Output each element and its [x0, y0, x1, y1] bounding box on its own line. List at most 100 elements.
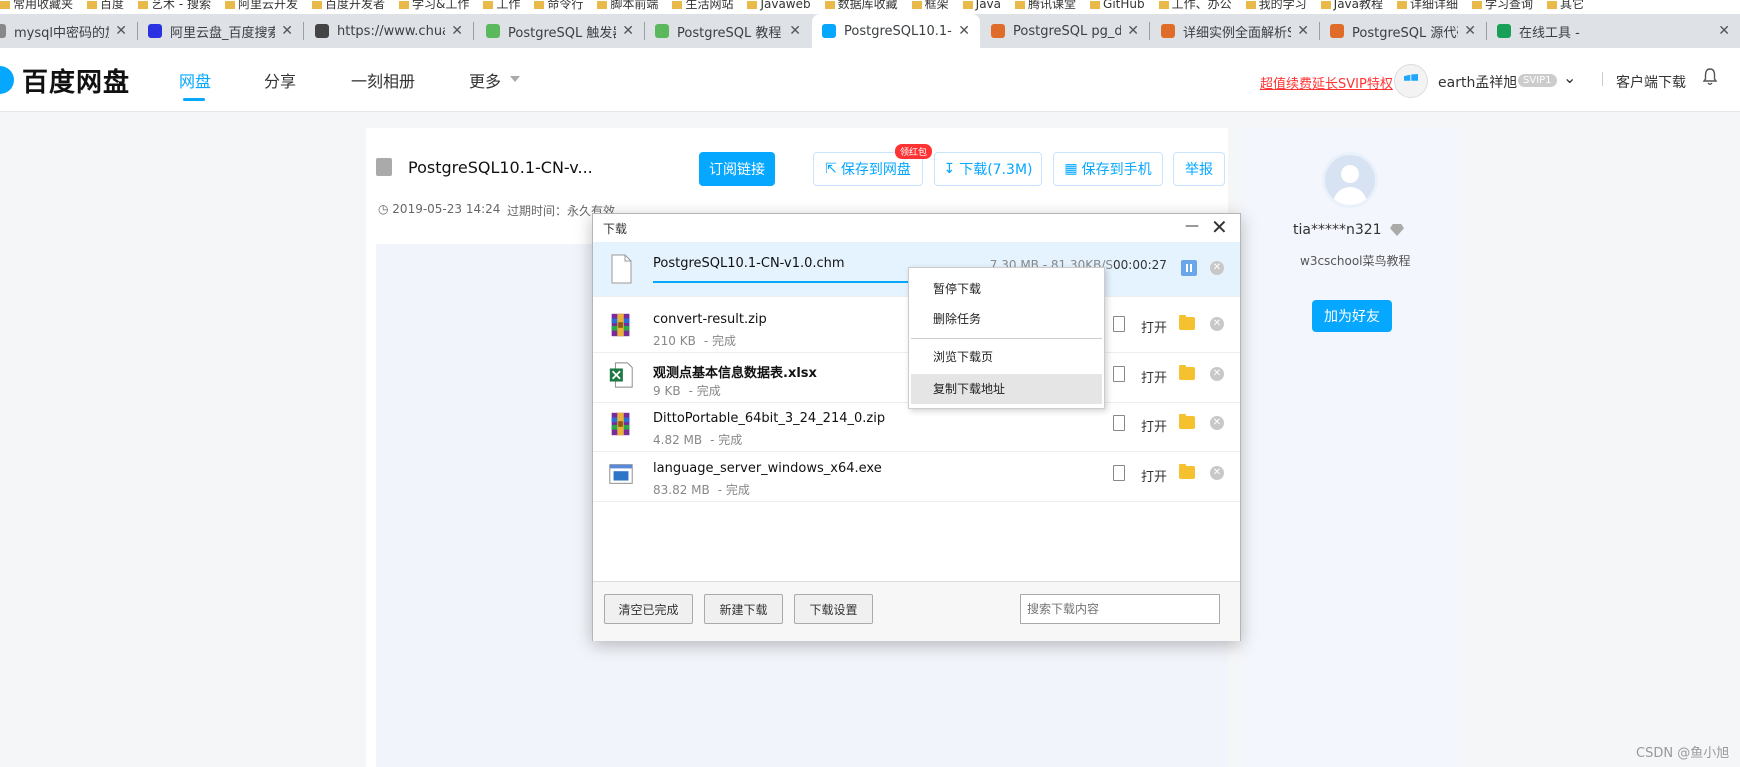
share-date: ◷ 2019-05-23 14:24	[378, 202, 500, 216]
remove-icon[interactable]: ✕	[1210, 465, 1224, 480]
bookmark-item[interactable]: 命令行	[534, 0, 583, 10]
bookmark-item[interactable]: 我的学习	[1245, 0, 1307, 10]
clear-completed-button[interactable]: 清空已完成	[604, 594, 693, 624]
bookmark-item[interactable]: 工作、办公	[1158, 0, 1232, 10]
bookmark-item[interactable]: 生活网站	[672, 0, 733, 10]
tab-close-icon[interactable]: ✕	[281, 23, 293, 39]
bookmark-item[interactable]: 常用收藏夹	[0, 0, 73, 10]
folder-icon[interactable]	[1179, 414, 1195, 429]
open-file-button[interactable]: 打开	[1141, 416, 1167, 435]
bookmark-item[interactable]: Java	[962, 0, 1001, 10]
download-row[interactable]: language_server_windows_x64.exe 83.82 MB -…	[593, 447, 1240, 502]
tab-close-icon[interactable]: ✕	[1718, 23, 1730, 39]
bookmark-label: GitHub	[1103, 0, 1145, 11]
bookmark-item[interactable]: 百度开发者	[312, 0, 385, 10]
folder-icon[interactable]	[1179, 315, 1195, 330]
remove-icon[interactable]: ✕	[1210, 317, 1224, 331]
svip-renew-link[interactable]: 超值续费延长SVIP特权	[1260, 73, 1393, 92]
tab-label: PostgreSQL 触发器 | 菜	[508, 25, 616, 41]
remove-icon[interactable]: ✕	[1210, 416, 1224, 430]
header-divider	[1602, 72, 1603, 86]
tab-close-icon[interactable]: ✕	[789, 23, 801, 39]
close-button[interactable]: ✕	[1211, 215, 1228, 239]
browser-tab[interactable]: PostgreSQL 教程 | 菜鸟 ✕	[645, 14, 811, 48]
nav-wangpan[interactable]: 网盘	[179, 68, 211, 92]
save-to-phone-button[interactable]: ▦ 保存到手机	[1053, 152, 1163, 186]
menu-item-pause[interactable]: 暂停下载	[911, 274, 1102, 304]
tab-close-icon[interactable]: ✕	[1464, 23, 1476, 39]
bookmark-item[interactable]: 腾讯课堂	[1015, 0, 1076, 10]
bookmark-item[interactable]: 工作	[483, 0, 520, 10]
csdn-watermark: CSDN @鱼小旭	[1636, 746, 1730, 761]
browser-tab[interactable]: mysql中密码的加密方式 ✕	[0, 14, 137, 48]
pause-icon[interactable]	[1181, 260, 1197, 276]
tab-close-icon[interactable]: ✕	[622, 23, 634, 39]
tab-close-icon[interactable]: ✕	[1297, 23, 1309, 39]
bookmark-item[interactable]: 其它	[1547, 0, 1584, 10]
open-file-button[interactable]: 打开	[1141, 367, 1167, 386]
menu-item-browse-page[interactable]: 浏览下载页	[911, 342, 1102, 372]
bookmark-item[interactable]: Javaweb	[747, 0, 811, 10]
bookmark-item[interactable]: 艺术 - 搜索	[138, 0, 211, 10]
new-download-button[interactable]: 新建下载	[704, 594, 783, 624]
bookmark-item[interactable]: 框架	[911, 0, 949, 11]
username[interactable]: earth孟祥旭	[1438, 72, 1517, 92]
client-download-link[interactable]: 客户端下载	[1616, 72, 1686, 92]
browser-tab[interactable]: PostgreSQL 源代码合辑 ✕	[1320, 14, 1486, 48]
browser-tab[interactable]: 在线工具 - ✕	[1487, 14, 1740, 48]
sharer-avatar[interactable]	[1322, 152, 1378, 208]
excel-file-icon	[609, 361, 633, 388]
menu-item-delete[interactable]: 删除任务	[911, 304, 1102, 334]
open-file-button[interactable]: 打开	[1141, 466, 1167, 485]
redpack-badge[interactable]: 领红包	[895, 144, 933, 159]
file-status: - 完成	[703, 334, 736, 348]
bookmark-item[interactable]: 学习查询	[1472, 0, 1533, 10]
user-avatar[interactable]	[1394, 64, 1428, 98]
cancel-icon[interactable]: ✕	[1210, 261, 1224, 275]
tab-close-icon[interactable]: ✕	[958, 23, 970, 39]
search-downloads-input[interactable]	[1020, 594, 1220, 624]
browser-tab[interactable]: PostgreSQL pg_datab ✕	[981, 14, 1149, 48]
browser-tab[interactable]: PostgreSQL 触发器 | 菜 ✕	[476, 14, 644, 48]
report-button[interactable]: 举报	[1173, 152, 1225, 186]
folder-icon[interactable]	[1179, 463, 1195, 479]
bookmark-item[interactable]: 阿里云开发	[225, 0, 298, 10]
bookmark-item[interactable]: 学习&工作	[399, 0, 469, 10]
bookmark-item[interactable]: 百度	[87, 0, 124, 10]
bookmark-item[interactable]: 脚本前端	[597, 0, 658, 10]
browser-tab[interactable]: 阿里云盘_百度搜索 ✕	[138, 14, 303, 48]
baidu-pan-logo[interactable]: 百度网盘	[0, 62, 130, 98]
browser-tab[interactable]: https://www.chuanyin ✕	[305, 14, 473, 48]
nav-share[interactable]: 分享	[264, 68, 296, 92]
bookmark-label: 框架	[924, 0, 949, 11]
more-chevron-icon[interactable]	[510, 76, 520, 82]
nav-album[interactable]: 一刻相册	[351, 68, 415, 92]
browser-tab[interactable]: 详细实例全面解析SQL存 ✕	[1151, 14, 1319, 48]
open-file-button[interactable]: 打开	[1141, 317, 1167, 336]
folder-icon[interactable]	[1179, 364, 1195, 380]
clock-icon: ◷	[378, 202, 393, 216]
document-icon[interactable]	[1113, 415, 1125, 431]
tab-close-icon[interactable]: ✕	[1127, 23, 1139, 39]
browser-tab[interactable]: PostgreSQL10.1-CN-v ✕	[812, 14, 980, 48]
bookmark-item[interactable]: 数据库收藏	[824, 0, 898, 10]
remove-icon[interactable]: ✕	[1210, 366, 1224, 381]
download-button[interactable]: ↧ 下载(7.3M)	[934, 152, 1042, 186]
chevron-down-icon[interactable]: ⌄	[1563, 68, 1576, 87]
document-icon[interactable]	[1113, 365, 1125, 382]
folder-icon	[824, 0, 835, 9]
add-friend-button[interactable]: 加为好友	[1312, 300, 1392, 332]
subscribe-button[interactable]: 订阅链接	[699, 152, 775, 186]
bell-icon[interactable]	[1703, 68, 1717, 86]
tab-close-icon[interactable]: ✕	[115, 23, 127, 39]
menu-item-copy-url[interactable]: 复制下载地址	[911, 374, 1102, 404]
download-settings-button[interactable]: 下载设置	[794, 594, 873, 624]
bookmark-item[interactable]: GitHub	[1090, 0, 1145, 11]
minimize-button[interactable]: —	[1185, 218, 1199, 234]
document-icon[interactable]	[1113, 316, 1125, 332]
bookmark-item[interactable]: Java教程	[1320, 0, 1383, 10]
bookmark-item[interactable]: 详细详细	[1397, 0, 1458, 10]
document-icon[interactable]	[1113, 464, 1125, 481]
nav-more[interactable]: 更多	[469, 68, 501, 92]
tab-close-icon[interactable]: ✕	[451, 23, 463, 39]
